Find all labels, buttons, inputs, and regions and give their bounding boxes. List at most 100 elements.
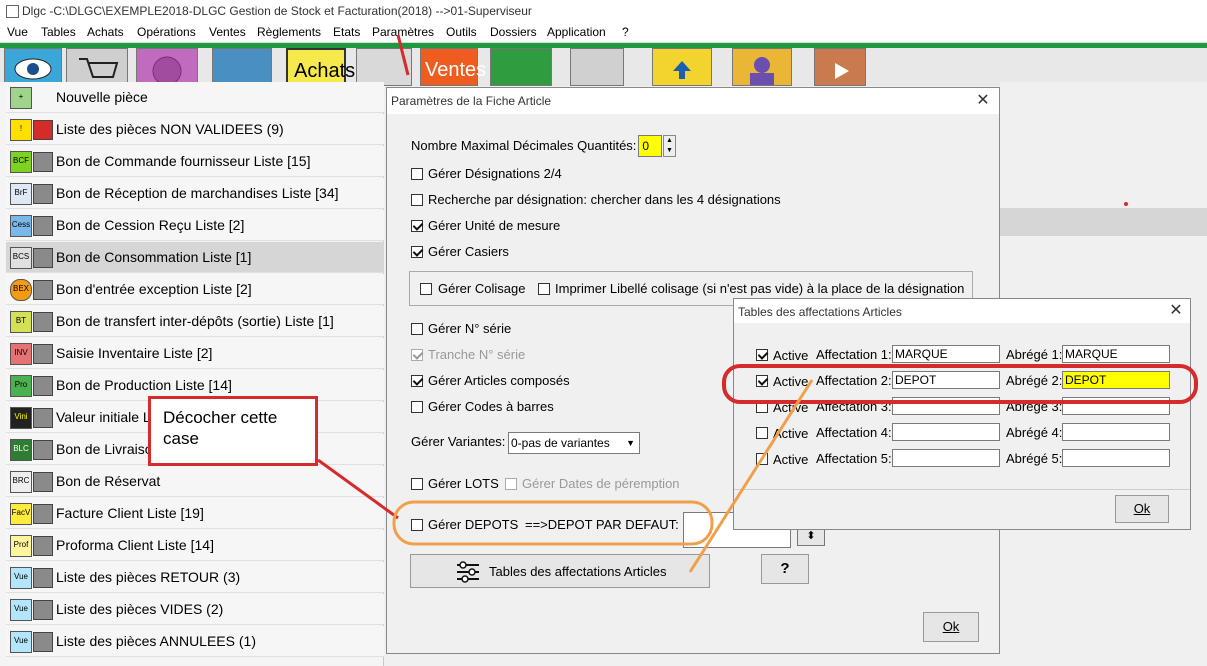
dialog2-ok-button[interactable]: Ok xyxy=(1115,495,1169,523)
transfer-icon[interactable] xyxy=(356,48,412,86)
documents-list: + Nouvelle pièce ! Liste des pièces NON … xyxy=(0,82,384,666)
folder-upload-icon[interactable] xyxy=(652,48,712,86)
list-item-label: Bon de Livraison xyxy=(56,441,161,457)
affectation-1-input[interactable]: MARQUE xyxy=(892,345,1000,363)
serie-checkbox[interactable] xyxy=(411,323,423,335)
unite-mesure-checkbox[interactable] xyxy=(411,220,423,232)
list-item-nouvelle-piece[interactable]: + Nouvelle pièce xyxy=(6,82,384,113)
menu-parametres[interactable]: Paramètres xyxy=(372,25,434,39)
affectation-5-input[interactable] xyxy=(892,449,1000,467)
list-item-brf[interactable]: BrF Bon de Réception de marchandises Lis… xyxy=(6,178,384,209)
menu-outils[interactable]: Outils xyxy=(446,25,477,39)
articles-composes-label: Gérer Articles composés xyxy=(428,373,570,388)
list-view-icon xyxy=(33,504,53,524)
abrege-4-input[interactable] xyxy=(1062,423,1170,441)
menu-etats[interactable]: Etats xyxy=(333,25,360,39)
vini-icon: Vini xyxy=(10,407,32,429)
affectation-2-input[interactable]: DEPOT xyxy=(892,371,1000,389)
recherche-checkbox[interactable] xyxy=(411,194,423,206)
ventes-button[interactable]: Ventes xyxy=(420,48,486,86)
recherche-label: Recherche par désignation: chercher dans… xyxy=(428,192,781,207)
list-item-label: Bon d'entrée exception Liste [2] xyxy=(56,281,252,297)
active-2-checkbox[interactable] xyxy=(756,375,768,387)
list-item-facture-client[interactable]: FacV Facture Client Liste [19] xyxy=(6,498,384,529)
close-icon[interactable]: ✕ xyxy=(975,93,991,109)
list-item-vides[interactable]: Vue Liste des pièces VIDES (2) xyxy=(6,594,384,625)
menu-dossiers[interactable]: Dossiers xyxy=(490,25,537,39)
casiers-checkbox[interactable] xyxy=(411,246,423,258)
tables-affectations-dialog: Tables des affectations Articles ✕ Activ… xyxy=(733,298,1191,530)
achats-button[interactable]: Achats xyxy=(286,48,355,86)
menu-bar: Vue Tables Achats Opérations Ventes Règl… xyxy=(0,22,1207,43)
list-view-icon xyxy=(33,184,53,204)
variantes-select[interactable]: 0-pas de variantes ▼ xyxy=(508,432,640,454)
list-item-entree-exception[interactable]: BEX Bon d'entrée exception Liste [2] xyxy=(6,274,384,305)
imprimer-libelle-checkbox[interactable] xyxy=(538,283,550,295)
lots-checkbox[interactable] xyxy=(411,478,423,490)
menu-vue[interactable]: Vue xyxy=(7,25,28,39)
affectation-5-label: Affectation 5: xyxy=(816,451,892,466)
list-item-label: Bon de Réservat xyxy=(56,473,161,489)
list-item-non-validees[interactable]: ! Liste des pièces NON VALIDEES (9) xyxy=(6,114,384,145)
decimales-spinner-icon[interactable]: ▲ ▼ xyxy=(663,135,676,157)
bcf-icon: BCF xyxy=(10,151,32,173)
affectation-4-input[interactable] xyxy=(892,423,1000,441)
list-item-cession[interactable]: Cess Bon de Cession Reçu Liste [2] xyxy=(6,210,384,241)
peremption-checkbox[interactable] xyxy=(505,478,517,490)
active-4-checkbox[interactable] xyxy=(756,427,768,439)
menu-ventes[interactable]: Ventes xyxy=(209,25,246,39)
money-icon[interactable] xyxy=(490,48,552,86)
abrege-5-input[interactable] xyxy=(1062,449,1170,467)
divider xyxy=(734,489,1190,490)
articles-composes-checkbox[interactable] xyxy=(411,375,423,387)
menu-operations[interactable]: Opérations xyxy=(137,25,196,39)
brc-icon: BRC xyxy=(10,471,32,493)
operations-icon[interactable] xyxy=(136,48,198,86)
list-item-retour[interactable]: Vue Liste des pièces RETOUR (3) xyxy=(6,562,384,593)
tables-affectations-button[interactable]: Tables des affectations Articles xyxy=(410,554,710,588)
colisage-checkbox[interactable] xyxy=(420,283,432,295)
inventaire-icon: INV xyxy=(10,343,32,365)
affectation-3-label: Affectation 3: xyxy=(816,399,892,414)
list-item-bcf[interactable]: BCF Bon de Commande fournisseur Liste [1… xyxy=(6,146,384,177)
designations-checkbox[interactable] xyxy=(411,168,423,180)
codes-barres-checkbox[interactable] xyxy=(411,401,423,413)
list-item-consommation[interactable]: BCS Bon de Consommation Liste [1] xyxy=(6,242,384,273)
menu-reglements[interactable]: Règlements xyxy=(257,25,321,39)
list-item-transfert[interactable]: BT Bon de transfert inter-dépôts (sortie… xyxy=(6,306,384,337)
menu-application[interactable]: Application xyxy=(547,25,606,39)
eye-icon: Vue xyxy=(10,567,32,589)
affectation-3-input[interactable] xyxy=(892,397,1000,415)
play-icon[interactable] xyxy=(814,48,866,86)
vue-eye-icon[interactable] xyxy=(4,48,62,86)
help-button[interactable]: ? xyxy=(761,554,809,584)
production-icon: Pro xyxy=(10,375,32,397)
abrege-2-input[interactable]: DEPOT xyxy=(1062,371,1170,389)
menu-achats[interactable]: Achats xyxy=(87,25,124,39)
list-item-label: Liste des pièces ANNULEES (1) xyxy=(56,633,256,649)
user-icon[interactable] xyxy=(732,48,792,86)
active-1-checkbox[interactable] xyxy=(756,349,768,361)
designations-label: Gérer Désignations 2/4 xyxy=(428,166,562,181)
document-icon[interactable] xyxy=(212,48,272,86)
tranche-serie-checkbox[interactable] xyxy=(411,349,423,361)
ok-button[interactable]: Ok xyxy=(923,612,979,642)
menu-help[interactable]: ? xyxy=(622,25,629,39)
active-3-checkbox[interactable] xyxy=(756,401,768,413)
abrege-1-input[interactable]: MARQUE xyxy=(1062,345,1170,363)
list-item-inventaire[interactable]: INV Saisie Inventaire Liste [2] xyxy=(6,338,384,369)
depots-checkbox[interactable] xyxy=(411,519,423,531)
close-icon[interactable]: ✕ xyxy=(1168,303,1184,319)
max-decimales-input[interactable]: 0 xyxy=(638,135,662,157)
list-view-icon xyxy=(33,152,53,172)
sliders-icon xyxy=(457,561,479,583)
menu-tables[interactable]: Tables xyxy=(41,25,76,39)
abrege-3-input[interactable] xyxy=(1062,397,1170,415)
list-item-annulees[interactable]: Vue Liste des pièces ANNULEES (1) xyxy=(6,626,384,657)
list-item-proforma[interactable]: Prof Proforma Client Liste [14] xyxy=(6,530,384,561)
active-5-checkbox[interactable] xyxy=(756,453,768,465)
cart-icon[interactable] xyxy=(66,48,128,86)
list-item-reservation[interactable]: BRC Bon de Réservat xyxy=(6,466,384,497)
eye-icon: Vue xyxy=(10,631,32,653)
printer-icon[interactable] xyxy=(570,48,624,86)
